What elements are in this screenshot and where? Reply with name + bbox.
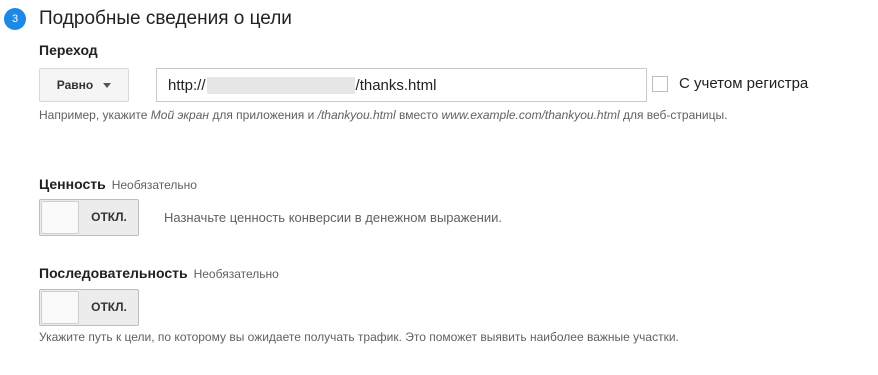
step-title: Подробные сведения о цели: [39, 8, 292, 29]
hint-example: www.example.com/thankyou.html: [441, 108, 620, 122]
hint-example: Мой экран: [150, 108, 209, 122]
toggle-knob: [41, 291, 79, 324]
case-sensitive-checkbox[interactable]: [652, 76, 668, 92]
funnel-label-row: Последовательность Необязательно: [39, 265, 279, 281]
redacted-domain: [206, 76, 355, 94]
hint-text: Например, укажите: [39, 108, 151, 122]
toggle-knob: [41, 201, 79, 234]
match-type-value: Равно: [56, 78, 94, 92]
funnel-optional-label: Необязательно: [193, 267, 279, 281]
funnel-label: Последовательность: [39, 265, 188, 281]
value-description: Назначьте ценность конверсии в денежном …: [164, 210, 502, 225]
hint-text: вместо: [395, 108, 442, 122]
funnel-toggle-state: ОТКЛ.: [91, 300, 127, 314]
funnel-toggle[interactable]: ОТКЛ.: [39, 289, 139, 326]
step-number-badge: 3: [4, 8, 26, 30]
url-prefix: http://: [168, 76, 206, 94]
value-label-row: Ценность Необязательно: [39, 176, 197, 192]
hint-text: для приложения и: [208, 108, 318, 122]
value-optional-label: Необязательно: [111, 178, 197, 192]
value-label: Ценность: [39, 176, 106, 192]
goal-details-form: 3 Подробные сведения о цели Переход Равн…: [0, 0, 878, 375]
value-toggle-state: ОТКЛ.: [91, 210, 127, 224]
destination-hint: Например, укажите Мой экран для приложен…: [39, 104, 799, 126]
chevron-down-icon: [103, 82, 112, 88]
url-suffix: /thanks.html: [355, 76, 437, 94]
case-sensitive-label[interactable]: С учетом регистра: [679, 75, 808, 92]
destination-label: Переход: [39, 42, 98, 58]
destination-url-input[interactable]: http:// /thanks.html: [156, 68, 647, 102]
funnel-description: Укажите путь к цели, по которому вы ожид…: [39, 330, 679, 344]
match-type-dropdown[interactable]: Равно: [39, 68, 129, 102]
value-toggle[interactable]: ОТКЛ.: [39, 199, 139, 236]
hint-example: /thankyou.html: [317, 108, 396, 122]
hint-text: для веб-страницы.: [619, 108, 728, 122]
